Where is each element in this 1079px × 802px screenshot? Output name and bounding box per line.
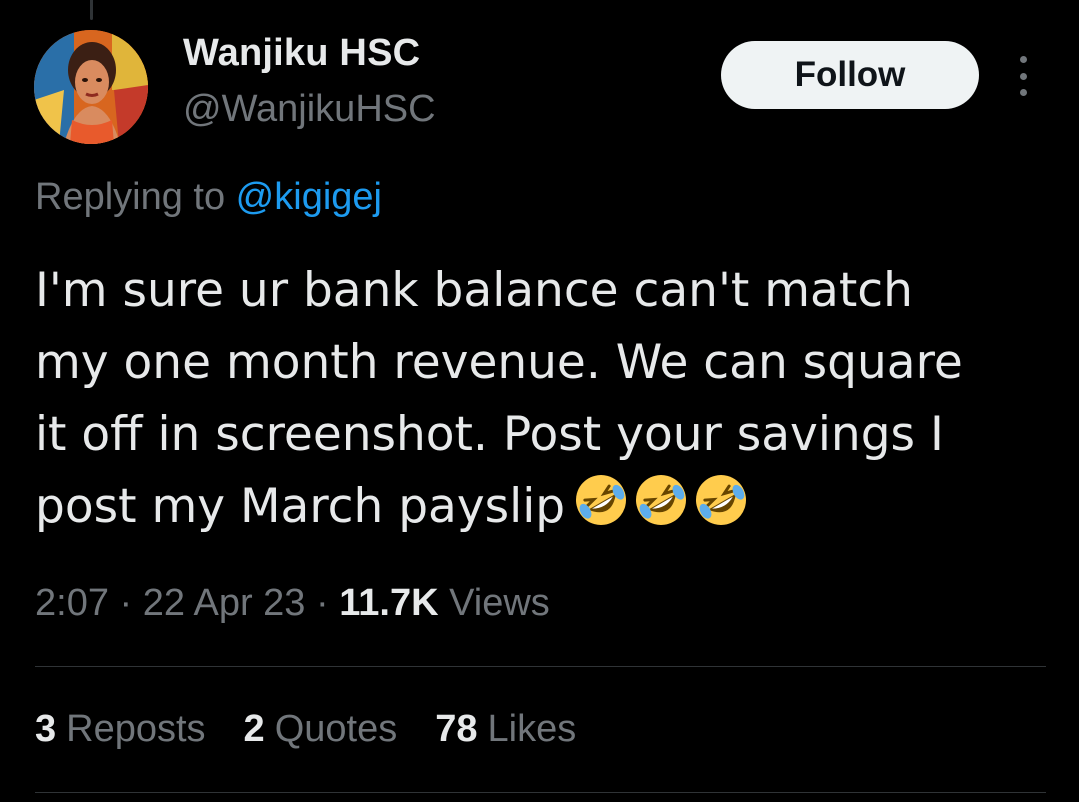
divider — [35, 666, 1046, 667]
emoji-group — [573, 472, 749, 528]
more-options-icon[interactable] — [1009, 56, 1037, 96]
reposts-label: Reposts — [66, 708, 206, 750]
replying-to-line: Replying to @kigigej — [35, 176, 382, 219]
tweet-text: I'm sure ur bank balance can't match my … — [35, 263, 963, 534]
meta-separator: · — [119, 582, 133, 624]
likes-stat[interactable]: 78 Likes — [435, 708, 576, 751]
reposts-count: 3 — [35, 708, 57, 750]
engagement-stats: 3 Reposts 2 Quotes 78 Likes — [35, 708, 576, 751]
follow-button[interactable]: Follow — [721, 41, 979, 109]
quotes-stat[interactable]: 2 Quotes — [244, 708, 398, 751]
replying-to-label: Replying to — [35, 176, 236, 218]
rofl-emoji-icon — [696, 475, 747, 525]
quotes-count: 2 — [243, 708, 265, 750]
tweet-date[interactable]: 22 Apr 23 — [143, 582, 306, 624]
likes-count: 78 — [435, 708, 478, 750]
meta-separator: · — [316, 582, 329, 624]
rofl-emoji-icon — [636, 475, 687, 525]
quotes-label: Quotes — [274, 708, 398, 750]
divider — [35, 792, 1046, 793]
tweet-body: I'm sure ur bank balance can't match my … — [35, 255, 1045, 543]
reposts-stat[interactable]: 3 Reposts — [35, 708, 206, 751]
avatar[interactable] — [34, 30, 148, 144]
thread-connector-line — [90, 0, 93, 20]
display-name[interactable]: Wanjiku HSC — [183, 32, 420, 75]
rofl-emoji-icon — [576, 475, 627, 525]
reply-mention-link[interactable]: @kigigej — [236, 176, 382, 218]
tweet-metadata: 2:07 · 22 Apr 23 · 11.7K Views — [35, 582, 550, 625]
tweet-time[interactable]: 2:07 — [35, 582, 109, 624]
likes-label: Likes — [487, 708, 577, 750]
views-count: 11.7K — [339, 582, 439, 624]
views-label: Views — [449, 582, 550, 624]
user-handle[interactable]: @WanjikuHSC — [183, 88, 436, 131]
